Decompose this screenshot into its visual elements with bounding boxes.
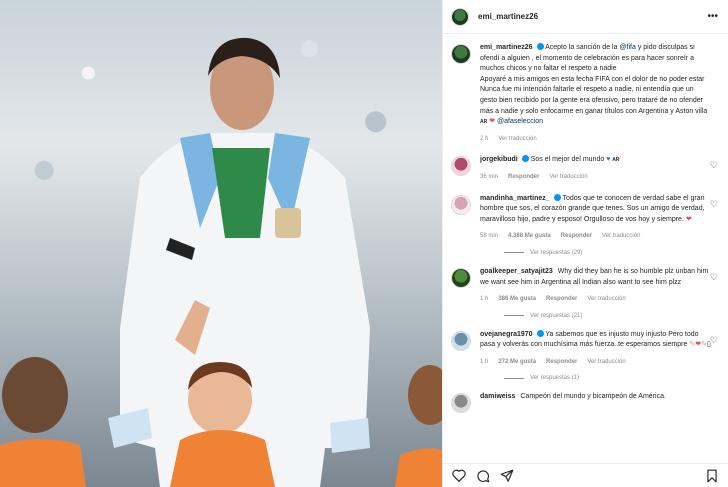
- reply-button[interactable]: Responder: [546, 294, 577, 305]
- comment: ovejanegra1970 Ya sabemos que es injusto…: [451, 329, 720, 368]
- author-username[interactable]: emi_martinez26: [478, 12, 538, 21]
- comment-avatar[interactable]: [451, 330, 471, 351]
- caption: emi_martinez26 Acepto la sanción de la @…: [451, 43, 720, 144]
- verified-icon: [553, 193, 561, 201]
- comment-avatar[interactable]: [451, 194, 471, 215]
- reply-button[interactable]: Responder: [561, 231, 592, 242]
- blue-heart-icon: ♥: [606, 156, 611, 164]
- flag-ar: AR: [480, 119, 488, 126]
- comment-meta: 1 h 272 Me gusta Responder Ver traducció…: [480, 357, 712, 368]
- comments-panel: emi_martinez26 ••• emi_martinez26 Acepto…: [442, 0, 728, 487]
- comment-username[interactable]: jorgekibudi: [480, 156, 518, 163]
- verified-icon: [521, 155, 529, 163]
- verified-icon: [536, 43, 544, 50]
- comment-avatar[interactable]: [451, 267, 471, 288]
- view-replies-label[interactable]: Ver respuestas (29): [530, 250, 582, 256]
- comment-username[interactable]: ovejanegra1970: [480, 331, 533, 338]
- comment-icon[interactable]: [476, 469, 490, 483]
- view-replies-label[interactable]: Ver respuestas (21): [530, 313, 582, 319]
- comment: mandinha_martinez_ Todos que te conocen …: [451, 193, 720, 242]
- like-comment-heart-icon[interactable]: ♡: [710, 160, 718, 171]
- post-header: emi_martinez26 •••: [443, 0, 728, 34]
- comment-username[interactable]: damiweiss: [480, 393, 515, 400]
- comment-likes[interactable]: 386 Me gusta: [498, 294, 536, 305]
- caption-meta: 2 h Ver traducción: [480, 134, 712, 145]
- caption-username[interactable]: emi_martinez26: [480, 44, 533, 51]
- view-replies[interactable]: Ver respuestas (21): [504, 313, 720, 319]
- caption-time: 2 h: [480, 135, 489, 142]
- share-icon[interactable]: [500, 469, 514, 483]
- comment-likes[interactable]: 4.388 Me gusta: [508, 231, 551, 242]
- post-photo[interactable]: [0, 0, 442, 487]
- caption-translate[interactable]: Ver traducción: [498, 134, 536, 145]
- like-comment-heart-icon[interactable]: ♡: [710, 199, 718, 210]
- translate-button[interactable]: Ver traducción: [549, 172, 587, 183]
- comment-likes[interactable]: 272 Me gusta: [498, 357, 536, 368]
- comment-avatar[interactable]: [451, 393, 471, 414]
- child-left-figure: [0, 357, 86, 487]
- comment-text: Sos el mejor del mundo: [530, 156, 605, 164]
- emoji-glyphs: ✎❤✎▯: [689, 341, 711, 349]
- comment-flag: AR: [612, 157, 620, 164]
- comment: jorgekibudi Sos el mejor del mundo ♥ AR …: [451, 155, 720, 182]
- translate-button[interactable]: Ver traducción: [587, 357, 625, 368]
- mention-afaseleccion[interactable]: @afaseleccion: [497, 118, 543, 125]
- translate-button[interactable]: Ver traducción: [587, 294, 625, 305]
- comments-feed[interactable]: emi_martinez26 Acepto la sanción de la @…: [443, 34, 728, 463]
- comment-time: 58 min: [480, 233, 499, 240]
- instagram-post: emi_martinez26 ••• emi_martinez26 Acepto…: [0, 0, 728, 487]
- comment-time: 1 h: [480, 358, 489, 365]
- comment: goalkeeper_satyajit23 Why did they ban h…: [451, 267, 720, 305]
- caption-text-4: Nunca fue mi intención faltarle el respe…: [480, 86, 708, 115]
- heart-icon[interactable]: [452, 469, 466, 483]
- like-comment-heart-icon[interactable]: ♡: [710, 335, 718, 346]
- reply-button[interactable]: Responder: [546, 357, 577, 368]
- translate-button[interactable]: Ver traducción: [602, 231, 640, 242]
- red-heart-icon: ❤: [685, 215, 692, 223]
- view-replies[interactable]: Ver respuestas (1): [504, 375, 720, 381]
- child-right-figure: [395, 365, 442, 487]
- comment-username[interactable]: goalkeeper_satyajit23: [480, 268, 553, 275]
- verified-icon: [536, 329, 544, 337]
- comment-meta: 58 min 4.388 Me gusta Responder Ver trad…: [480, 231, 712, 242]
- comment-avatar[interactable]: [451, 156, 471, 177]
- post-actions-bar: [443, 463, 728, 487]
- author-avatar[interactable]: [451, 7, 469, 26]
- comment-username[interactable]: mandinha_martinez_: [480, 195, 550, 202]
- caption-text-1: Acepto la sanción de la: [545, 44, 620, 51]
- caption-text-3: Apoyaré a mis amigos en esta fecha FIFA …: [480, 75, 705, 83]
- bookmark-icon[interactable]: [705, 469, 719, 483]
- reply-button[interactable]: Responder: [508, 172, 539, 183]
- view-replies-label[interactable]: Ver respuestas (1): [530, 375, 579, 381]
- like-comment-heart-icon[interactable]: ♡: [710, 272, 718, 283]
- comment-text: Campeón del mundo y bicampeón de América…: [520, 393, 666, 401]
- mention-fifa[interactable]: @fifa: [619, 44, 635, 51]
- caption-avatar[interactable]: [451, 44, 471, 64]
- comment-time: 1 h: [480, 296, 489, 303]
- comment-time: 36 min: [480, 173, 499, 180]
- comment-meta: 1 h 386 Me gusta Responder Ver traducció…: [480, 294, 712, 305]
- red-heart-icon: ❤: [489, 118, 496, 126]
- more-icon[interactable]: •••: [707, 11, 718, 22]
- comment: damiweiss Campeón del mundo y bicampeón …: [451, 392, 720, 414]
- view-replies[interactable]: Ver respuestas (29): [504, 250, 720, 256]
- comment-meta: 36 min Responder Ver traducción: [480, 172, 712, 183]
- boy-figure: [170, 300, 275, 487]
